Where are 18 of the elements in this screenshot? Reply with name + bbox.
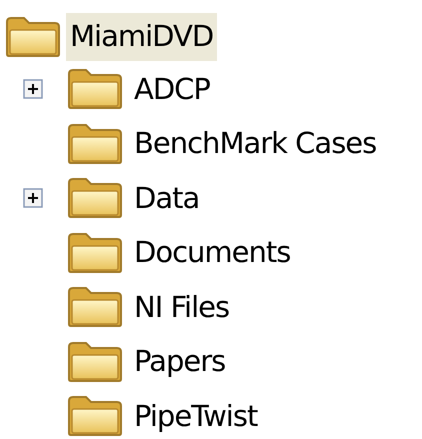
tree-item[interactable]: Papers [132, 340, 228, 384]
tree-item[interactable]: NI Files [132, 286, 232, 329]
folder-icon [4, 16, 62, 58]
tree-item[interactable]: Documents [132, 231, 292, 274]
folder-icon [66, 177, 124, 220]
expand-icon[interactable] [23, 188, 43, 208]
folder-icon [66, 232, 124, 274]
folder-icon [66, 68, 124, 110]
expand-icon[interactable] [23, 79, 43, 100]
folder-icon [66, 340, 124, 383]
tree-item[interactable]: Data [132, 176, 202, 220]
tree-item[interactable]: MiamiDVD [66, 13, 218, 61]
tree-item[interactable]: PipeTwist [132, 394, 260, 438]
folder-icon [66, 122, 124, 165]
tree-item[interactable]: ADCP [132, 68, 212, 111]
folder-icon [66, 286, 124, 328]
folder-icon [66, 395, 124, 438]
tree-item[interactable]: BenchMark Cases [132, 122, 378, 166]
